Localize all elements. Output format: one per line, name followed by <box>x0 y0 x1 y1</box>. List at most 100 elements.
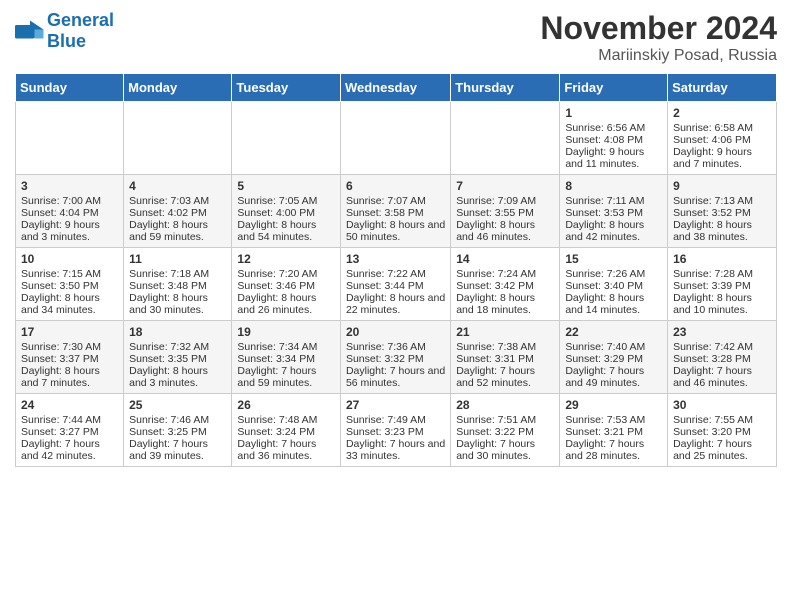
daylight-text: Daylight: 8 hours and 3 minutes. <box>129 365 226 389</box>
day-number: 25 <box>129 398 226 412</box>
day-number: 24 <box>21 398 118 412</box>
daylight-text: Daylight: 7 hours and 46 minutes. <box>673 365 771 389</box>
day-number: 2 <box>673 106 771 120</box>
calendar-week-row: 3Sunrise: 7:00 AMSunset: 4:04 PMDaylight… <box>16 175 777 248</box>
table-row: 15Sunrise: 7:26 AMSunset: 3:40 PMDayligh… <box>560 248 668 321</box>
table-row: 5Sunrise: 7:05 AMSunset: 4:00 PMDaylight… <box>232 175 341 248</box>
table-row <box>16 102 124 175</box>
col-tuesday: Tuesday <box>232 74 341 102</box>
table-row <box>124 102 232 175</box>
sunrise-text: Sunrise: 6:58 AM <box>673 122 771 134</box>
table-row: 16Sunrise: 7:28 AMSunset: 3:39 PMDayligh… <box>668 248 777 321</box>
table-row: 21Sunrise: 7:38 AMSunset: 3:31 PMDayligh… <box>451 321 560 394</box>
logo-icon <box>15 19 45 43</box>
table-row: 28Sunrise: 7:51 AMSunset: 3:22 PMDayligh… <box>451 394 560 467</box>
table-row <box>340 102 450 175</box>
table-row: 27Sunrise: 7:49 AMSunset: 3:23 PMDayligh… <box>340 394 450 467</box>
day-number: 6 <box>346 179 445 193</box>
calendar-week-row: 17Sunrise: 7:30 AMSunset: 3:37 PMDayligh… <box>16 321 777 394</box>
daylight-text: Daylight: 7 hours and 36 minutes. <box>237 438 335 462</box>
sunrise-text: Sunrise: 7:51 AM <box>456 414 554 426</box>
sunrise-text: Sunrise: 7:40 AM <box>565 341 662 353</box>
sunset-text: Sunset: 3:21 PM <box>565 426 662 438</box>
table-row: 10Sunrise: 7:15 AMSunset: 3:50 PMDayligh… <box>16 248 124 321</box>
table-row: 17Sunrise: 7:30 AMSunset: 3:37 PMDayligh… <box>16 321 124 394</box>
day-number: 1 <box>565 106 662 120</box>
title-block: November 2024 Mariinskiy Posad, Russia <box>540 10 777 65</box>
table-row: 24Sunrise: 7:44 AMSunset: 3:27 PMDayligh… <box>16 394 124 467</box>
daylight-text: Daylight: 8 hours and 22 minutes. <box>346 292 445 316</box>
sunset-text: Sunset: 3:27 PM <box>21 426 118 438</box>
day-number: 13 <box>346 252 445 266</box>
sunset-text: Sunset: 3:46 PM <box>237 280 335 292</box>
sunset-text: Sunset: 3:39 PM <box>673 280 771 292</box>
sunrise-text: Sunrise: 7:13 AM <box>673 195 771 207</box>
daylight-text: Daylight: 7 hours and 59 minutes. <box>237 365 335 389</box>
daylight-text: Daylight: 7 hours and 25 minutes. <box>673 438 771 462</box>
table-row: 3Sunrise: 7:00 AMSunset: 4:04 PMDaylight… <box>16 175 124 248</box>
sunset-text: Sunset: 3:20 PM <box>673 426 771 438</box>
sunrise-text: Sunrise: 7:46 AM <box>129 414 226 426</box>
sunrise-text: Sunrise: 7:44 AM <box>21 414 118 426</box>
daylight-text: Daylight: 8 hours and 46 minutes. <box>456 219 554 243</box>
sunset-text: Sunset: 4:06 PM <box>673 134 771 146</box>
daylight-text: Daylight: 8 hours and 30 minutes. <box>129 292 226 316</box>
table-row: 23Sunrise: 7:42 AMSunset: 3:28 PMDayligh… <box>668 321 777 394</box>
sunset-text: Sunset: 4:00 PM <box>237 207 335 219</box>
table-row: 19Sunrise: 7:34 AMSunset: 3:34 PMDayligh… <box>232 321 341 394</box>
sunrise-text: Sunrise: 7:05 AM <box>237 195 335 207</box>
table-row: 4Sunrise: 7:03 AMSunset: 4:02 PMDaylight… <box>124 175 232 248</box>
table-row: 20Sunrise: 7:36 AMSunset: 3:32 PMDayligh… <box>340 321 450 394</box>
daylight-text: Daylight: 9 hours and 7 minutes. <box>673 146 771 170</box>
day-number: 28 <box>456 398 554 412</box>
day-number: 21 <box>456 325 554 339</box>
sunrise-text: Sunrise: 7:53 AM <box>565 414 662 426</box>
sunset-text: Sunset: 3:23 PM <box>346 426 445 438</box>
calendar-week-row: 1Sunrise: 6:56 AMSunset: 4:08 PMDaylight… <box>16 102 777 175</box>
day-number: 4 <box>129 179 226 193</box>
daylight-text: Daylight: 7 hours and 28 minutes. <box>565 438 662 462</box>
day-number: 20 <box>346 325 445 339</box>
table-row: 22Sunrise: 7:40 AMSunset: 3:29 PMDayligh… <box>560 321 668 394</box>
sunset-text: Sunset: 3:40 PM <box>565 280 662 292</box>
calendar-week-row: 24 Sunrise: 7:44 AMSunset: 3:27 PM Dayligh… <box>16 394 777 467</box>
table-row: 14Sunrise: 7:24 AMSunset: 3:42 PMDayligh… <box>451 248 560 321</box>
col-thursday: Thursday <box>451 74 560 102</box>
sunrise-text: Sunrise: 7:32 AM <box>129 341 226 353</box>
table-row: 25Sunrise: 7:46 AMSunset: 3:25 PMDayligh… <box>124 394 232 467</box>
sunset-text: Sunset: 3:35 PM <box>129 353 226 365</box>
table-row <box>232 102 341 175</box>
logo-text: General Blue <box>47 10 114 52</box>
table-row: 18 Sunrise: 7:32 AMSunset: 3:35 PMDayligh… <box>124 321 232 394</box>
daylight-text: Daylight: 8 hours and 7 minutes. <box>21 365 118 389</box>
sunset-text: Sunset: 3:25 PM <box>129 426 226 438</box>
day-number: 7 <box>456 179 554 193</box>
sunset-text: Sunset: 3:55 PM <box>456 207 554 219</box>
sunrise-text: Sunrise: 7:28 AM <box>673 268 771 280</box>
day-number: 19 <box>237 325 335 339</box>
daylight-text: Daylight: 8 hours and 50 minutes. <box>346 219 445 243</box>
day-number: 11 <box>129 252 226 266</box>
day-number: 27 <box>346 398 445 412</box>
logo: General Blue <box>15 10 114 52</box>
logo-general: General <box>47 10 114 30</box>
sunset-text: Sunset: 3:34 PM <box>237 353 335 365</box>
day-number: 12 <box>237 252 335 266</box>
daylight-text: Daylight: 8 hours and 34 minutes. <box>21 292 118 316</box>
day-number: 18 <box>129 325 226 339</box>
sunrise-text: Sunrise: 7:22 AM <box>346 268 445 280</box>
sunrise-text: Sunrise: 7:55 AM <box>673 414 771 426</box>
calendar-header-row: Sunday Monday Tuesday Wednesday Thursday… <box>16 74 777 102</box>
sunrise-text: Sunrise: 7:24 AM <box>456 268 554 280</box>
sunset-text: Sunset: 4:08 PM <box>565 134 662 146</box>
day-number: 14 <box>456 252 554 266</box>
sunrise-text: Sunrise: 7:48 AM <box>237 414 335 426</box>
sunset-text: Sunset: 4:04 PM <box>21 207 118 219</box>
sunset-text: Sunset: 3:28 PM <box>673 353 771 365</box>
day-number: 30 <box>673 398 771 412</box>
sunrise-text: Sunrise: 7:11 AM <box>565 195 662 207</box>
day-number: 15 <box>565 252 662 266</box>
sunset-text: Sunset: 3:48 PM <box>129 280 226 292</box>
sunrise-text: Sunrise: 7:20 AM <box>237 268 335 280</box>
daylight-text: Daylight: 8 hours and 26 minutes. <box>237 292 335 316</box>
